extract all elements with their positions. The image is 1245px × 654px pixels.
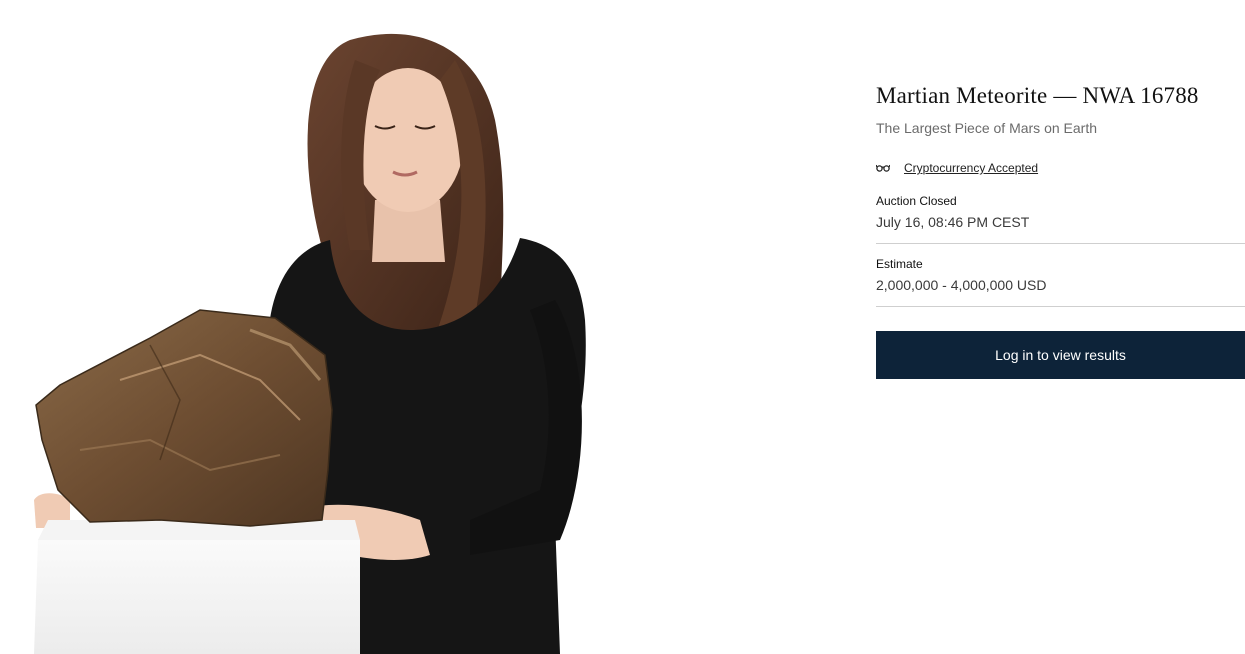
eyeglasses-icon (876, 162, 892, 174)
meteorite-photo-illustration (34, 33, 586, 654)
crypto-row: Cryptocurrency Accepted (876, 159, 1245, 177)
pedestal (34, 540, 360, 654)
estimate-block: Estimate 2,000,000 - 4,000,000 USD (876, 244, 1245, 307)
lot-photo (0, 0, 640, 654)
login-to-view-results-button[interactable]: Log in to view results (876, 331, 1245, 379)
lot-details: Martian Meteorite — NWA 16788 The Larges… (876, 82, 1245, 379)
estimate-value: 2,000,000 - 4,000,000 USD (876, 277, 1047, 293)
meteorite (35, 309, 333, 527)
estimate-label: Estimate (876, 257, 923, 271)
auction-closed-date: July 16, 08:46 PM CEST (876, 214, 1030, 230)
lot-title: Martian Meteorite — NWA 16788 (876, 83, 1199, 108)
auction-status-label: Auction Closed (876, 194, 957, 208)
auction-status-block: Auction Closed July 16, 08:46 PM CEST (876, 177, 1245, 244)
lot-subtitle: The Largest Piece of Mars on Earth (876, 120, 1097, 136)
cryptocurrency-accepted-link[interactable]: Cryptocurrency Accepted (904, 161, 1038, 175)
